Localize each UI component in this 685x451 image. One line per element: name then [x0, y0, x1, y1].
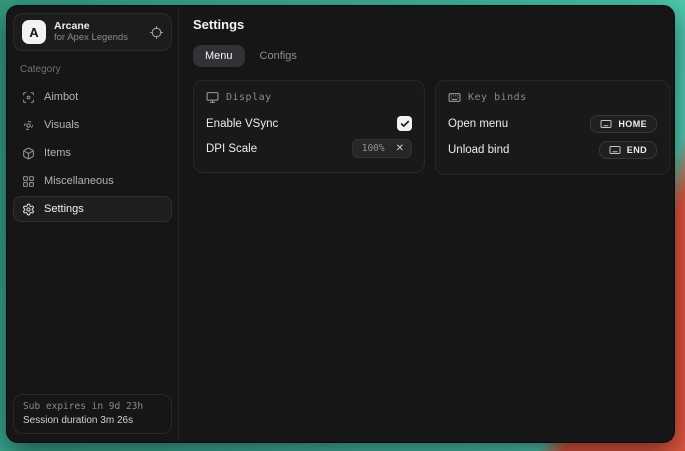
- sidebar: A Arcane for Apex Legends Category: [7, 6, 179, 442]
- crosshair-icon[interactable]: [150, 26, 163, 39]
- sidebar-item-label: Aimbot: [44, 91, 78, 103]
- sidebar-item-label: Settings: [44, 203, 84, 215]
- vsync-row: Enable VSync: [206, 111, 412, 136]
- dpi-scale-select[interactable]: 100% ✕: [352, 139, 412, 158]
- session-duration-text: Session duration 3m 26s: [23, 415, 162, 426]
- sidebar-item-label: Visuals: [44, 119, 79, 131]
- open-menu-row: Open menu HOME: [448, 111, 657, 137]
- unload-bind-row: Unload bind END: [448, 137, 657, 163]
- keyboard-icon: [609, 144, 621, 156]
- display-card-header: Display: [206, 91, 412, 104]
- sidebar-item-settings[interactable]: Settings: [13, 196, 172, 222]
- tab-configs[interactable]: Configs: [248, 45, 309, 67]
- desktop-background: A Arcane for Apex Legends Category: [0, 0, 685, 451]
- vsync-label: Enable VSync: [206, 118, 278, 130]
- main-content: Settings Menu Configs Display: [179, 6, 675, 442]
- gear-icon: [22, 203, 35, 216]
- keybinds-card-title: Key binds: [468, 92, 527, 103]
- keybinds-card: Key binds Open menu HOME: [435, 80, 670, 175]
- unload-keybind-button[interactable]: END: [599, 141, 657, 159]
- sidebar-item-visuals[interactable]: Visuals: [13, 112, 172, 138]
- brand-name: Arcane: [54, 21, 128, 33]
- display-card: Display Enable VSync DPI Scale: [193, 80, 425, 173]
- open-menu-label: Open menu: [448, 118, 508, 130]
- vsync-checkbox[interactable]: [397, 116, 412, 131]
- keyboard-icon: [600, 118, 612, 130]
- tab-menu[interactable]: Menu: [193, 45, 245, 67]
- sidebar-item-items[interactable]: Items: [13, 140, 172, 166]
- sidebar-nav: Aimbot Visuals I: [13, 84, 172, 224]
- brand-subtitle: for Apex Legends: [54, 33, 128, 43]
- category-label: Category: [20, 64, 165, 75]
- brand-logo: A: [22, 20, 46, 44]
- monitor-icon: [206, 91, 219, 104]
- page-title: Settings: [193, 17, 670, 32]
- dpi-scale-value: 100%: [353, 143, 394, 154]
- clear-x-icon[interactable]: ✕: [394, 144, 404, 154]
- display-card-title: Display: [226, 92, 272, 103]
- dpi-row: DPI Scale 100% ✕: [206, 136, 412, 161]
- settings-cards: Display Enable VSync DPI Scale: [193, 80, 670, 175]
- open-menu-key: HOME: [618, 119, 647, 129]
- brand-card[interactable]: A Arcane for Apex Legends: [13, 13, 172, 51]
- subscription-status-card: Sub expires in 9d 23h Session duration 3…: [13, 394, 172, 434]
- dpi-label: DPI Scale: [206, 143, 257, 155]
- open-menu-keybind-button[interactable]: HOME: [590, 115, 657, 133]
- unload-bind-label: Unload bind: [448, 144, 509, 156]
- sub-expires-text: Sub expires in 9d 23h: [23, 401, 162, 412]
- package-icon: [22, 147, 35, 160]
- keybinds-card-header: Key binds: [448, 91, 657, 104]
- eye-scan-icon: [22, 119, 35, 132]
- sidebar-item-label: Items: [44, 147, 71, 159]
- keyboard-icon: [448, 91, 461, 104]
- grid-icon: [22, 175, 35, 188]
- sidebar-item-miscellaneous[interactable]: Miscellaneous: [13, 168, 172, 194]
- brand-meta: Arcane for Apex Legends: [54, 21, 128, 44]
- sidebar-item-aimbot[interactable]: Aimbot: [13, 84, 172, 110]
- unload-key: END: [627, 145, 647, 155]
- arcane-window: A Arcane for Apex Legends Category: [6, 5, 675, 443]
- tab-bar: Menu Configs: [193, 45, 670, 67]
- check-icon: [400, 119, 410, 129]
- crosshair-scan-icon: [22, 91, 35, 104]
- sidebar-item-label: Miscellaneous: [44, 175, 114, 187]
